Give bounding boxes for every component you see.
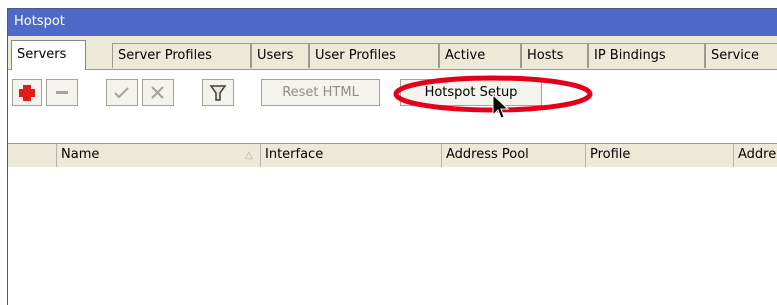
- tab-service[interactable]: Service: [705, 43, 777, 68]
- tab-user-profiles[interactable]: User Profiles: [309, 43, 439, 68]
- tab-servers[interactable]: Servers: [11, 40, 86, 70]
- filter-button[interactable]: [202, 79, 234, 106]
- mouse-cursor-icon: [492, 94, 510, 119]
- tab-server-profiles[interactable]: Server Profiles: [112, 43, 251, 68]
- plus-icon: [19, 85, 35, 101]
- tab-divider: [8, 69, 777, 70]
- enable-button[interactable]: [106, 79, 138, 106]
- add-button[interactable]: [12, 79, 42, 106]
- column-header-select[interactable]: [8, 144, 57, 167]
- column-header-interface[interactable]: Interface: [261, 144, 442, 167]
- cross-icon: [151, 86, 164, 99]
- tab-hosts[interactable]: Hosts: [521, 43, 588, 68]
- filter-icon: [209, 85, 227, 101]
- disable-button[interactable]: [142, 79, 174, 106]
- toolbar: Reset HTML Hotspot Setup: [8, 70, 777, 144]
- hotspot-window: Hotspot Servers Server Profiles Users Us…: [7, 8, 777, 305]
- hotspot-setup-button[interactable]: Hotspot Setup: [400, 79, 542, 106]
- column-label-name: Name: [61, 147, 100, 162]
- table-header: Name △ Interface Address Pool Profile Ad…: [8, 143, 777, 168]
- sort-indicator-icon: △: [245, 150, 253, 161]
- tab-ip-bindings[interactable]: IP Bindings: [588, 43, 705, 68]
- minus-icon: [56, 91, 68, 94]
- window-title: Hotspot: [14, 14, 65, 29]
- tab-active[interactable]: Active: [439, 43, 521, 68]
- tab-bar: Servers Server Profiles Users User Profi…: [8, 36, 777, 70]
- column-header-name[interactable]: Name △: [57, 144, 261, 167]
- column-header-address[interactable]: Addre: [734, 144, 777, 167]
- remove-button[interactable]: [46, 79, 78, 106]
- window-titlebar[interactable]: Hotspot: [8, 9, 777, 36]
- servers-table-body[interactable]: [8, 167, 777, 305]
- check-icon: [114, 87, 129, 99]
- reset-html-button[interactable]: Reset HTML: [261, 79, 380, 106]
- column-header-address-pool[interactable]: Address Pool: [442, 144, 586, 167]
- column-header-profile[interactable]: Profile: [586, 144, 734, 167]
- tab-users[interactable]: Users: [251, 43, 309, 68]
